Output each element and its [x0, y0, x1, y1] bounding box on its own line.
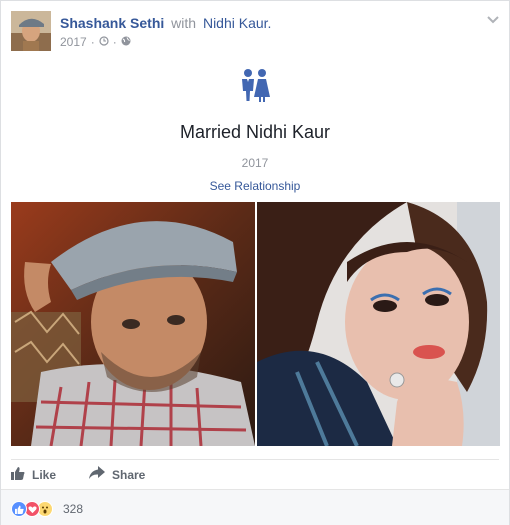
- share-label: Share: [112, 467, 146, 482]
- post-actions: Like Share: [11, 459, 499, 489]
- couple-icon: [237, 67, 273, 103]
- meta-separator: ·: [90, 35, 95, 49]
- like-label: Like: [32, 467, 57, 482]
- author-line: Shashank Sethi with Nidhi Kaur.: [60, 15, 271, 31]
- with-text: with: [171, 15, 197, 31]
- photo-grid: [11, 202, 500, 446]
- share-arrow-icon: [89, 466, 105, 483]
- life-event-title: Married Nidhi Kaur: [179, 122, 331, 142]
- tagged-person[interactable]: Nidhi Kaur: [203, 15, 268, 31]
- meta-separator-2: ·: [112, 35, 117, 49]
- globe-icon[interactable]: [121, 36, 131, 49]
- tag-suffix: .: [267, 15, 272, 31]
- post-year[interactable]: 2017: [60, 35, 87, 49]
- see-relationship-link[interactable]: See Relationship: [1, 179, 509, 193]
- thumbs-up-icon: [11, 466, 25, 483]
- chevron-down-icon[interactable]: [485, 13, 501, 29]
- reaction-icons: [11, 501, 53, 517]
- post-header: Shashank Sethi with Nidhi Kaur. 2017 · ·: [11, 11, 501, 55]
- reaction-count[interactable]: 328: [63, 502, 83, 516]
- avatar-photo: [11, 11, 51, 51]
- share-button[interactable]: Share: [89, 466, 145, 483]
- post-meta: 2017 · ·: [60, 35, 131, 49]
- clock-icon: [99, 35, 109, 49]
- photo-woman[interactable]: [257, 202, 500, 446]
- life-event-year: 2017: [241, 156, 269, 170]
- post-card: Shashank Sethi with Nidhi Kaur. 2017 · ·: [0, 0, 510, 525]
- reactions-bar[interactable]: 328: [1, 489, 509, 525]
- like-reaction-icon: [11, 501, 27, 517]
- like-button[interactable]: Like: [11, 466, 56, 483]
- photo-man[interactable]: [11, 202, 255, 446]
- author-name[interactable]: Shashank Sethi: [60, 15, 164, 31]
- avatar[interactable]: [11, 11, 51, 51]
- life-event: Married Nidhi Kaur 2017 See Relationship: [1, 67, 509, 193]
